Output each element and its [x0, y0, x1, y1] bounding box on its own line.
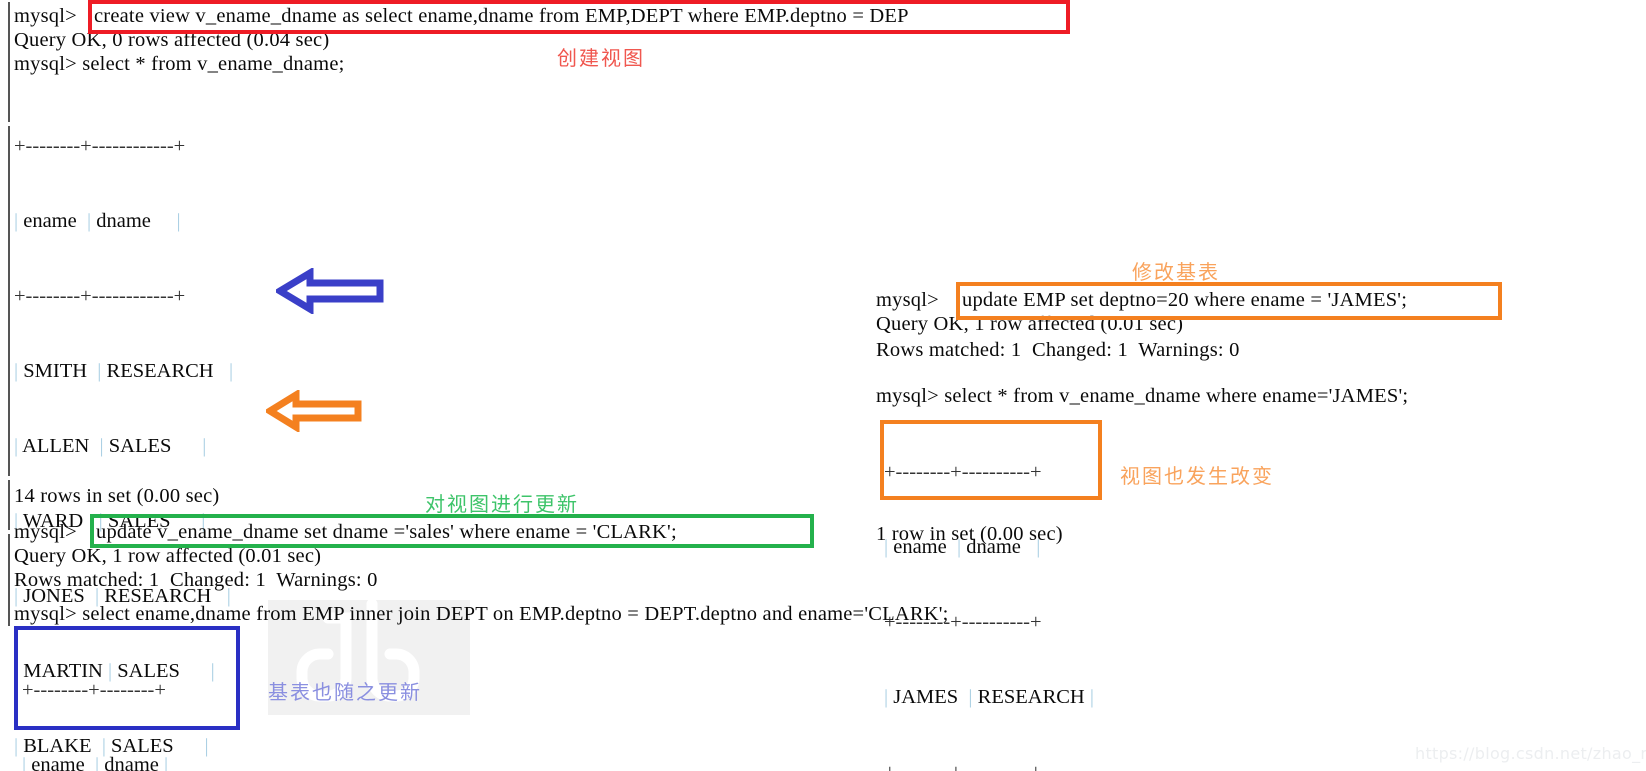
prompt-update-emp: mysql>	[876, 289, 939, 311]
table-row: | SMITH | RESEARCH |	[14, 360, 234, 382]
table-rule-mid: +--------+----------+	[884, 611, 1042, 633]
screenshot-root: mysql> create view v_ename_dname as sele…	[0, 0, 1646, 771]
watermark-url: https://blog.csdn.net/zhao_miao	[1415, 744, 1646, 763]
result-rows-matched-emp: Rows matched: 1 Changed: 1 Warnings: 0	[876, 339, 1240, 361]
table-header-row: | ename | dname |	[22, 754, 169, 771]
sql-inner-join: mysql> select ename,dname from EMP inner…	[14, 603, 949, 625]
table-rule-top: +--------+--------+	[22, 679, 166, 701]
sql-update-emp: update EMP set deptno=20 where ename = '…	[962, 289, 1408, 311]
table-row: | ALLEN | SALES |	[14, 435, 207, 457]
table-rule-top: +--------+----------+	[884, 461, 1042, 483]
result-create-view: Query OK, 0 rows affected (0.04 sec)	[14, 29, 330, 51]
prompt-create-view: mysql>	[14, 5, 77, 27]
console-gutter-bottom	[8, 534, 10, 626]
table-rule-top: +--------+------------+	[14, 135, 186, 157]
header-ename: ename	[23, 210, 77, 232]
result-update-emp: Query OK, 1 row affected (0.01 sec)	[876, 313, 1184, 335]
blue-arrow-left-icon	[276, 268, 384, 314]
note-update-view: 对视图进行更新	[425, 492, 579, 516]
console-gutter-mid	[8, 480, 10, 530]
note-modify-base-table: 修改基表	[1132, 260, 1220, 284]
sql-select-view: mysql> select * from v_ename_dname;	[14, 53, 345, 75]
header-dname: dname	[96, 210, 151, 232]
sql-select-view-james: mysql> select * from v_ename_dname where…	[876, 385, 1409, 407]
table-rule-mid: +--------+------------+	[14, 285, 186, 307]
table-row: | JAMES | RESEARCH |	[884, 686, 1094, 708]
result-one-row: 1 row in set (0.00 sec)	[876, 523, 1063, 545]
sql-update-view: update v_ename_dname set dname ='sales' …	[96, 521, 677, 543]
table-rule-bottom: +--------+----------+	[884, 760, 1094, 771]
sql-create-view: create view v_ename_dname as select enam…	[94, 5, 909, 27]
table-header-row: | ename | dname |	[14, 210, 181, 232]
console-gutter-top	[8, 2, 10, 122]
note-base-table-updated: 基表也随之更新	[268, 680, 422, 704]
note-create-view: 创建视图	[557, 46, 645, 70]
result-update-view: Query OK, 1 row affected (0.01 sec)	[14, 545, 322, 567]
base-result-table: +--------+--------+ | ename | dname | +-…	[22, 628, 174, 771]
console-gutter-table	[8, 126, 10, 476]
view-james-table: +--------+----------+ | ename | dname | …	[884, 410, 1094, 771]
orange-arrow-left-icon	[266, 390, 362, 432]
prompt-update-view: mysql>	[14, 521, 77, 543]
result-rows-matched: Rows matched: 1 Changed: 1 Warnings: 0	[14, 569, 378, 591]
note-view-also-changed: 视图也发生改变	[1120, 464, 1274, 488]
result-rows-count: 14 rows in set (0.00 sec)	[14, 485, 220, 507]
